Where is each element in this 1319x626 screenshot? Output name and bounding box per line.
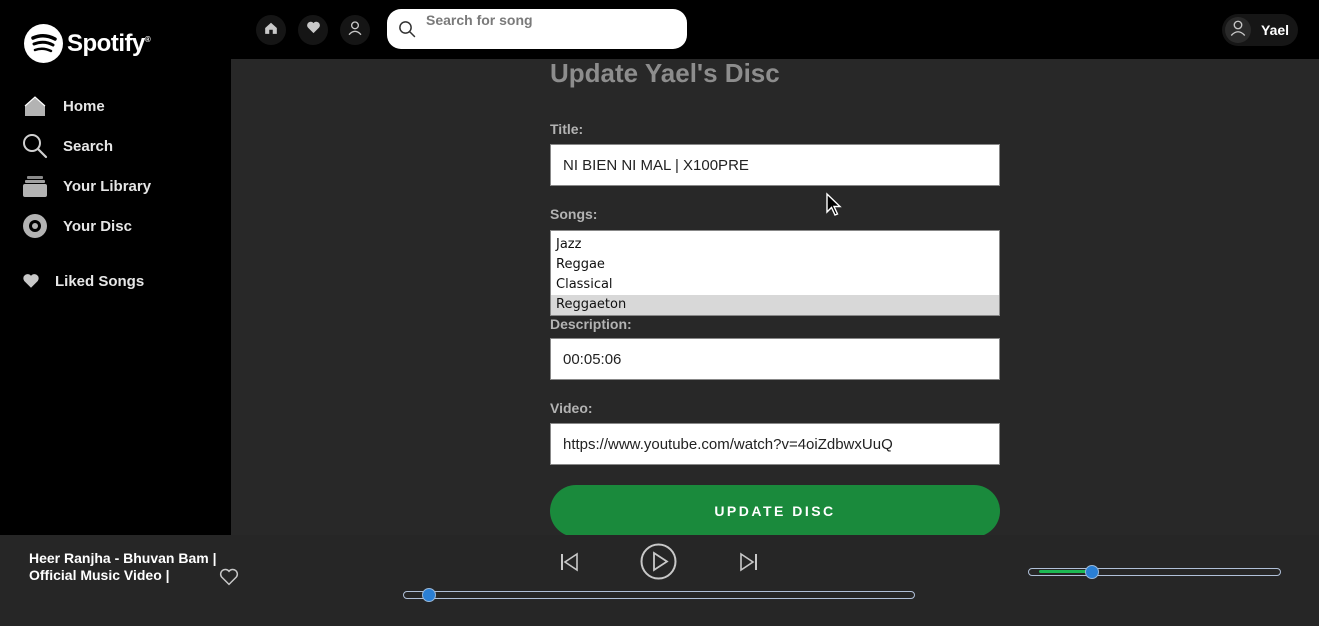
avatar: [1225, 17, 1251, 43]
player-bar: Heer Ranjha - Bhuvan Bam | Official Musi…: [0, 535, 1319, 626]
songs-listbox[interactable]: Jazz Reggae Classical Reggaeton: [550, 230, 1000, 316]
heart-icon: [22, 268, 40, 294]
top-bar: Yael: [231, 0, 1319, 59]
search-icon: [398, 20, 416, 43]
sidebar: Spotify® Home Search Your Library Your D…: [0, 0, 231, 535]
song-search-box[interactable]: [387, 9, 687, 49]
title-field[interactable]: [550, 144, 1000, 186]
sidebar-item-label: Home: [63, 97, 105, 115]
description-field[interactable]: [550, 338, 1000, 380]
title-label: Title:: [550, 121, 584, 137]
mouse-cursor-icon: [825, 192, 845, 223]
video-field[interactable]: [550, 423, 1000, 465]
library-icon: [22, 173, 48, 199]
spotify-logo[interactable]: Spotify®: [24, 24, 151, 63]
user-icon: [347, 20, 363, 41]
page-title: Update Yael's Disc: [550, 59, 780, 88]
play-button[interactable]: [640, 543, 677, 585]
next-button[interactable]: [738, 552, 760, 577]
volume-level: [1039, 570, 1087, 573]
user-icon: [1229, 19, 1247, 42]
sidebar-item-disc[interactable]: Your Disc: [22, 213, 132, 239]
spotify-logo-icon: [24, 24, 63, 63]
disc-icon: [22, 213, 48, 239]
songs-option[interactable]: Classical: [551, 275, 999, 295]
volume-slider[interactable]: [1028, 564, 1281, 579]
sidebar-item-liked-songs[interactable]: Liked Songs: [22, 268, 144, 294]
volume-slider-handle[interactable]: [1084, 564, 1099, 579]
logo-text: Spotify®: [67, 29, 151, 57]
update-disc-button[interactable]: UPDATE DISC: [550, 485, 1000, 535]
now-playing-title: Heer Ranjha - Bhuvan Bam | Official Musi…: [29, 550, 217, 583]
update-disc-form: Update Yael's Disc Title: Songs: Jazz Re…: [550, 59, 1000, 535]
skip-next-icon: [739, 552, 759, 577]
home-icon: [22, 93, 48, 119]
play-icon: [640, 543, 677, 585]
skip-previous-icon: [559, 552, 579, 577]
sidebar-item-label: Your Disc: [63, 217, 132, 235]
songs-label: Songs:: [550, 206, 598, 222]
sidebar-item-label: Liked Songs: [55, 272, 145, 290]
progress-slider-handle[interactable]: [422, 587, 437, 602]
user-menu-button[interactable]: Yael: [1222, 14, 1298, 46]
sidebar-item-library[interactable]: Your Library: [22, 173, 151, 199]
search-icon: [22, 133, 48, 159]
description-label: Description:: [550, 316, 632, 332]
home-icon: [264, 21, 278, 40]
username: Yael: [1261, 22, 1290, 38]
sidebar-item-label: Search: [63, 137, 114, 155]
heart-icon: [306, 20, 321, 40]
search-input[interactable]: [426, 11, 666, 29]
sidebar-item-label: Your Library: [63, 177, 152, 195]
sidebar-item-search[interactable]: Search: [22, 133, 113, 159]
progress-slider[interactable]: [403, 587, 915, 602]
sidebar-item-home[interactable]: Home: [22, 93, 105, 119]
songs-option[interactable]: Jazz: [551, 235, 999, 255]
songs-option[interactable]: Reggae: [551, 255, 999, 275]
home-button[interactable]: [256, 15, 286, 45]
heart-outline-icon: [219, 568, 239, 590]
profile-button[interactable]: [340, 15, 370, 45]
like-track-button[interactable]: [219, 568, 239, 591]
video-label: Video:: [550, 400, 593, 416]
previous-button[interactable]: [558, 552, 580, 577]
liked-button[interactable]: [298, 15, 328, 45]
songs-option-selected[interactable]: Reggaeton: [551, 295, 999, 315]
main-content: Update Yael's Disc Title: Songs: Jazz Re…: [231, 59, 1319, 535]
